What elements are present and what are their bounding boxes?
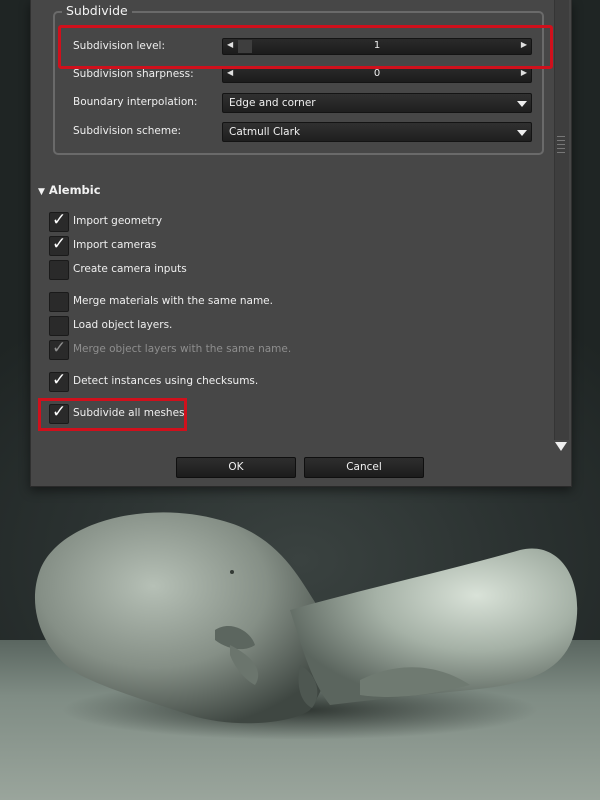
import-geometry-checkbox[interactable]: ✓ xyxy=(49,210,69,232)
chevron-down-icon xyxy=(517,101,527,107)
checkbox-label: Merge object layers with the same name. xyxy=(73,343,292,355)
checkbox-label: Detect instances using checksums. xyxy=(73,375,259,387)
sculpted-head-render xyxy=(34,512,578,724)
alembic-section-title: Alembic xyxy=(48,183,101,197)
checkbox-label: Import cameras xyxy=(73,239,157,251)
boundary-interpolation-value: Edge and corner xyxy=(229,97,316,109)
subdivision-scheme-label: Subdivision scheme: xyxy=(73,125,182,137)
import-cameras-checkbox[interactable]: ✓ xyxy=(49,234,69,256)
checkmark-icon: ✓ xyxy=(52,338,67,358)
spin-right-icon[interactable]: ▶ xyxy=(521,68,527,77)
load-object-layers-checkbox[interactable] xyxy=(49,316,69,336)
boundary-interpolation-label: Boundary interpolation: xyxy=(73,96,198,108)
subdivision-scheme-value: Catmull Clark xyxy=(229,126,301,138)
checkbox-label: Load object layers. xyxy=(73,319,173,331)
create-camera-inputs-checkbox[interactable] xyxy=(49,260,69,280)
chevron-down-icon xyxy=(517,130,527,136)
cancel-button[interactable]: Cancel xyxy=(304,457,424,478)
alembic-section-header[interactable]: ▼ Alembic xyxy=(38,183,101,197)
scroll-down-arrow-icon[interactable] xyxy=(555,442,567,451)
detect-instances-checkbox[interactable]: ✓ xyxy=(49,370,69,392)
merge-materials-checkbox[interactable] xyxy=(49,292,69,312)
highlight-annotation-subdivision-level xyxy=(58,25,553,69)
checkbox-label: Create camera inputs xyxy=(73,263,187,275)
subdivision-sharpness-label: Subdivision sharpness: xyxy=(73,68,194,80)
dialog-scrollbar[interactable] xyxy=(554,0,569,440)
merge-object-layers-checkbox: ✓ xyxy=(49,338,69,360)
subdivision-scheme-dropdown[interactable]: Catmull Clark xyxy=(222,122,532,142)
boundary-interpolation-dropdown[interactable]: Edge and corner xyxy=(222,93,532,113)
subdivide-group-title: Subdivide xyxy=(62,3,132,18)
collapse-triangle-icon[interactable]: ▼ xyxy=(38,187,45,197)
checkmark-icon: ✓ xyxy=(52,370,67,390)
checkmark-icon: ✓ xyxy=(52,234,67,254)
scrollbar-grip[interactable] xyxy=(557,136,565,154)
checkbox-label: Merge materials with the same name. xyxy=(73,295,273,307)
highlight-annotation-subdivide-meshes xyxy=(38,398,187,431)
checkmark-icon: ✓ xyxy=(52,210,67,230)
checkbox-label: Import geometry xyxy=(73,215,163,227)
ok-button[interactable]: OK xyxy=(176,457,296,478)
subdivision-sharpness-value: 0 xyxy=(373,68,381,79)
